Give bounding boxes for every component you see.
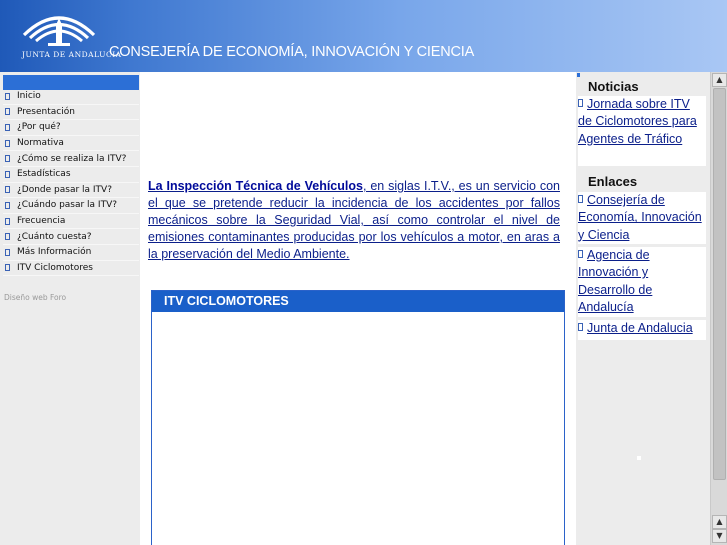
sidebar-item-donde-pasar[interactable]: ¿Donde pasar la ITV? [3,183,139,199]
panel-title: ITV CICLOMOTORES [152,291,564,312]
bullet-icon [5,201,10,209]
sidebar-item-como-se-realiza[interactable]: ¿Cómo se realiza la ITV? [3,151,139,167]
bullet-icon [5,217,10,225]
enlaces-heading: Enlaces [576,172,706,192]
sidebar-item-label: ¿Por qué? [17,122,61,133]
sidebar-item-inicio[interactable]: Inicio [3,89,139,105]
enlace-label: Junta de Andalucia [587,321,693,335]
bullet-icon [5,186,10,194]
right-sidebar: Noticias Jornada sobre ITV de Ciclomotor… [576,72,710,545]
bullet-icon [578,323,583,331]
bullet-icon [5,92,10,100]
sidebar-item-cuanto-cuesta[interactable]: ¿Cuánto cuesta? [3,229,139,245]
bullet-icon [5,155,10,163]
sidebar-item-label: ¿Cuánto cuesta? [17,231,92,242]
bullet-icon [578,195,583,203]
enlace-label: Consejería de Economía, Innovación y Cie… [578,193,702,242]
bullet-icon [5,264,10,272]
intro-paragraph[interactable]: La Inspección Técnica de Vehículos, en s… [148,178,560,263]
bullet-icon [5,108,10,116]
decorative-dot [637,456,641,460]
scroll-down-arrow-icon[interactable]: ▼ [712,529,727,543]
sidebar-item-label: ¿Donde pasar la ITV? [17,184,112,195]
bullet-icon [578,250,583,258]
sidebar-item-estadisticas[interactable]: Estadísticas [3,167,139,183]
sidebar-item-label: ITV Ciclomotores [17,262,93,273]
enlace-consejeria[interactable]: Consejería de Economía, Innovación y Cie… [578,192,706,244]
sidebar-item-por-que[interactable]: ¿Por qué? [3,120,139,136]
site-header: JUNTA DE ANDALUCIA CONSEJERÍA DE ECONOMÍ… [0,0,727,72]
scroll-up-arrow-icon[interactable]: ▲ [712,515,727,529]
sidebar-item-mas-informacion[interactable]: Más Información [3,245,139,261]
sidebar-item-frecuencia[interactable]: Frecuencia [3,214,139,230]
noticias-heading: Noticias [576,77,706,97]
sidebar-top-bar [3,75,139,90]
itv-ciclomotores-panel: ITV CICLOMOTORES [151,290,565,545]
bullet-icon [5,248,10,256]
sidebar-item-label: Frecuencia [17,216,66,227]
sidebar-item-presentacion[interactable]: Presentación [3,105,139,121]
page-title: CONSEJERÍA DE ECONOMÍA, INNOVACIÓN Y CIE… [109,44,475,60]
sidebar-item-label: Normativa [17,138,64,149]
sidebar-item-label: Inicio [17,91,41,102]
bullet-icon [578,99,583,107]
sidebar-item-label: ¿Cuándo pasar la ITV? [17,200,118,211]
sidebar-item-label: Estadísticas [17,169,71,180]
intro-lead: La Inspección Técnica de Vehículos [148,179,363,193]
bullet-icon [5,123,10,131]
enlace-agencia[interactable]: Agencia de Innovación y Desarrollo de An… [578,247,706,317]
scroll-up-arrow-icon[interactable]: ▲ [712,73,727,87]
scrollbar-thumb[interactable] [713,88,726,480]
bullet-icon [5,170,10,178]
bullet-icon [5,233,10,241]
enlace-junta[interactable]: Junta de Andalucia [578,320,706,340]
sidebar-item-label: Presentación [17,106,75,117]
sidebar-item-label: ¿Cómo se realiza la ITV? [17,153,127,164]
enlace-label: Agencia de Innovación y Desarrollo de An… [578,248,653,314]
sidebar-item-label: Más Información [17,247,92,258]
left-sidebar: Inicio Presentación ¿Por qué? Normativa … [0,72,140,545]
sidebar-item-normativa[interactable]: Normativa [3,136,139,152]
noticia-link-label: Jornada sobre ITV de Ciclomotores para A… [578,97,697,146]
vertical-scrollbar[interactable]: ▲ ▲ ▼ [710,72,727,545]
logo-wordmark: JUNTA DE ANDALUCIA [22,50,122,59]
noticia-link[interactable]: Jornada sobre ITV de Ciclomotores para A… [578,96,706,166]
bullet-icon [5,139,10,147]
main-menu: Inicio Presentación ¿Por qué? Normativa … [3,89,139,277]
sidebar-item-itv-ciclomotores[interactable]: ITV Ciclomotores [3,261,139,277]
design-credit-link[interactable]: Diseño web Foro [4,293,66,302]
sidebar-item-cuando-pasar[interactable]: ¿Cuándo pasar la ITV? [3,198,139,214]
